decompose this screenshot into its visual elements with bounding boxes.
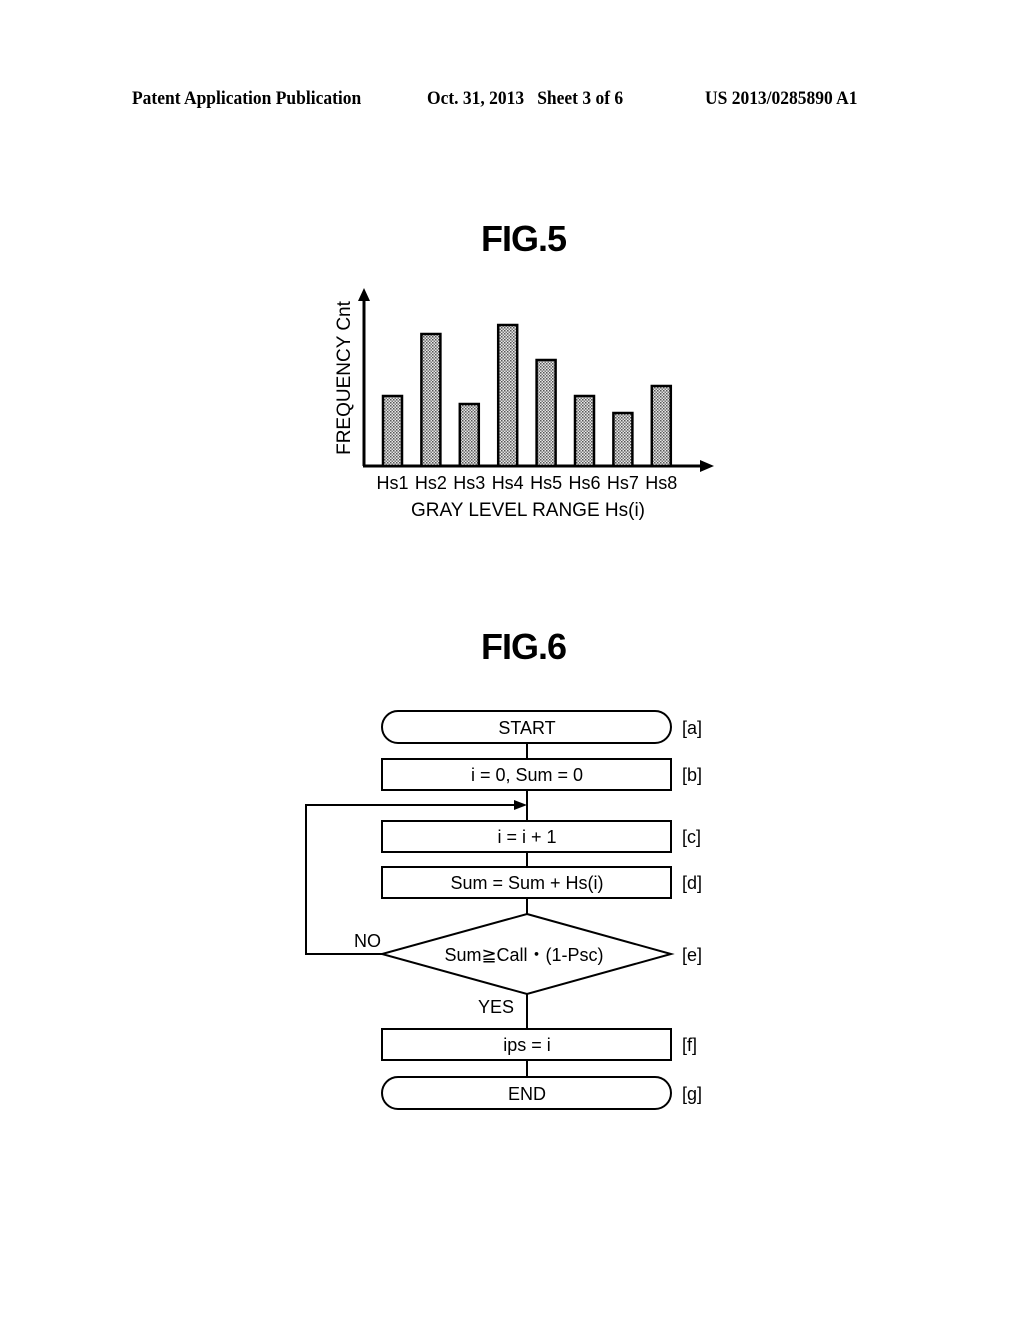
no-branch-label: NO — [354, 931, 381, 951]
y-axis-arrow-icon — [358, 288, 370, 301]
tick-label-hs6: Hs6 — [568, 473, 600, 493]
step-a-start-shape — [381, 710, 672, 744]
step-e-decision-shape — [378, 912, 675, 996]
tick-label-hs2: Hs2 — [415, 473, 447, 493]
step-d-label: [d] — [682, 873, 702, 893]
step-b-label: [b] — [682, 765, 702, 785]
step-e-text: Sum≧Call・(1-Psc) — [444, 945, 603, 965]
y-axis-label: FREQUENCY Cnt — [334, 300, 355, 455]
step-c-shape — [381, 820, 672, 853]
step-c-text: i = i + 1 — [497, 827, 556, 847]
yes-branch-label: YES — [478, 997, 514, 1017]
step-f-shape — [381, 1028, 672, 1061]
step-f-label: [f] — [682, 1035, 697, 1055]
step-b-text: i = 0, Sum = 0 — [471, 765, 583, 785]
step-d-text: Sum = Sum + Hs(i) — [450, 873, 603, 893]
step-c-label: [c] — [682, 827, 701, 847]
step-d-shape — [381, 866, 672, 899]
tick-label-hs1: Hs1 — [376, 473, 408, 493]
loop-back-line — [305, 804, 516, 955]
x-axis-arrow-icon — [700, 460, 714, 472]
tick-label-hs5: Hs5 — [530, 473, 562, 493]
tick-label-hs8: Hs8 — [645, 473, 677, 493]
step-g-end-shape — [381, 1076, 672, 1110]
bar-hs1 — [381, 394, 404, 468]
tick-label-hs4: Hs4 — [492, 473, 524, 493]
loop-arrow-icon — [514, 800, 527, 810]
bar-hs7 — [612, 411, 634, 468]
bar-hs6 — [573, 394, 596, 468]
step-e-label: [e] — [682, 945, 702, 965]
step-b-shape — [381, 758, 672, 791]
step-g-text: END — [508, 1084, 546, 1104]
bar-hs8 — [650, 384, 673, 468]
bar-hs3 — [458, 402, 481, 468]
bar-hs4 — [496, 323, 519, 468]
fig6-title: FIG.6 — [481, 626, 567, 667]
bar-hs5 — [535, 358, 557, 468]
step-a-text: START — [498, 718, 555, 738]
x-axis-label: GRAY LEVEL RANGE Hs(i) — [411, 500, 645, 521]
step-g-label: [g] — [682, 1084, 702, 1104]
step-a-label: [a] — [682, 718, 702, 738]
tick-label-hs3: Hs3 — [453, 473, 485, 493]
step-f-text: ips = i — [503, 1035, 551, 1055]
bar-hs2 — [420, 332, 442, 468]
tick-label-hs7: Hs7 — [607, 473, 639, 493]
fig5-bar-chart: Hs1 Hs2 Hs3 Hs4 Hs5 Hs6 Hs7 Hs8 FREQUENCY Cnt G… — [334, 288, 714, 521]
